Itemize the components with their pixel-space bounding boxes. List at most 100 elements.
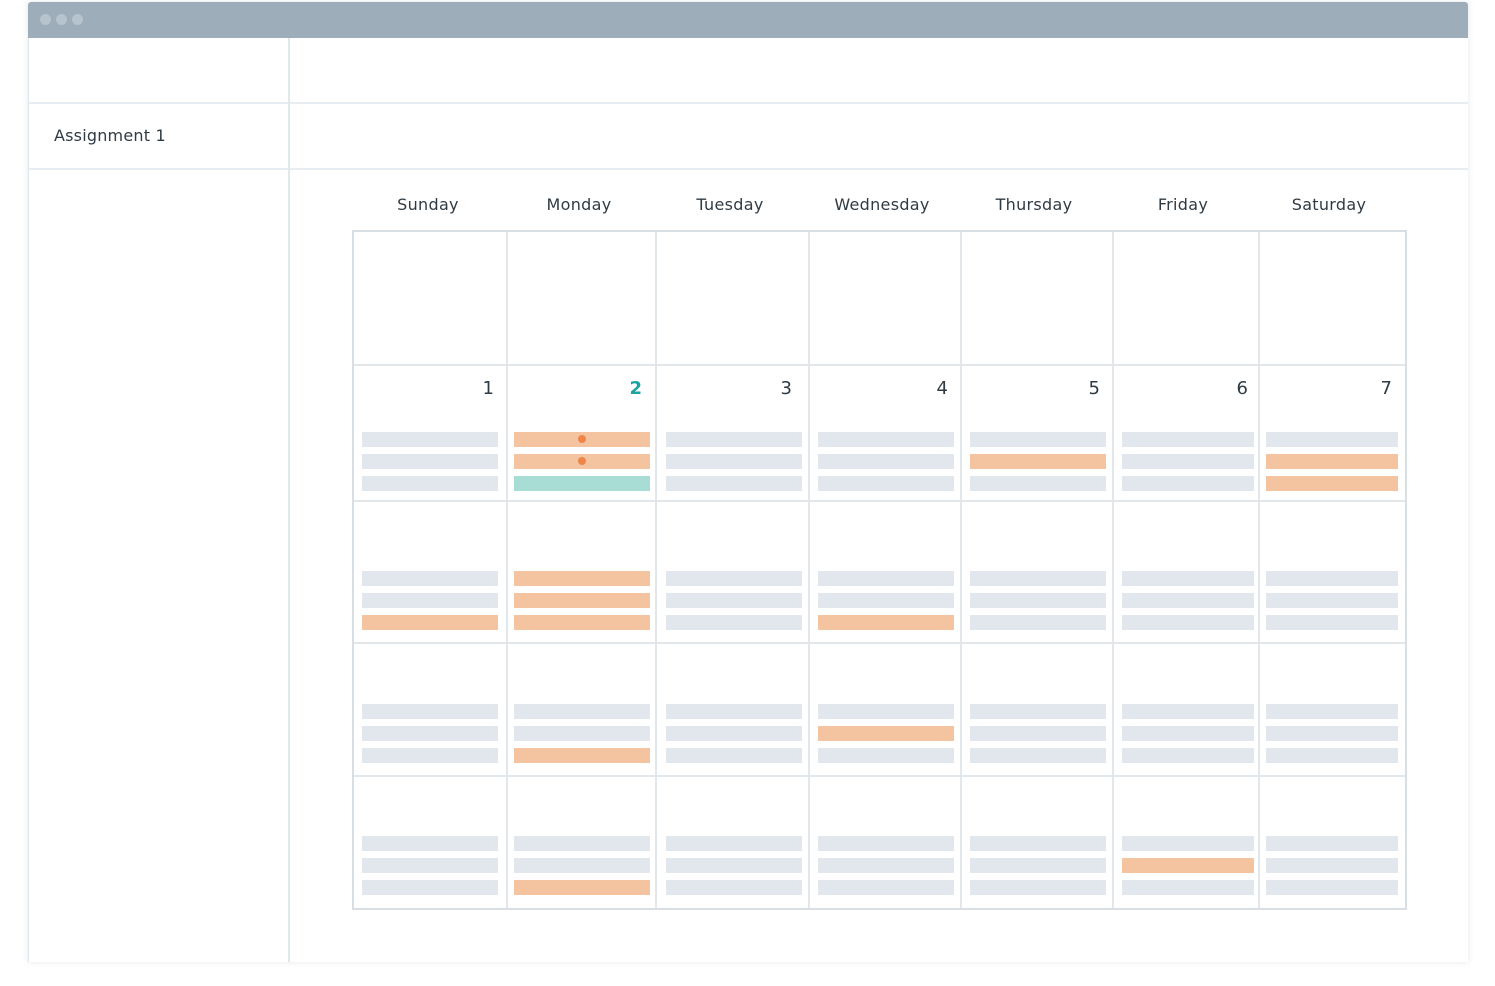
grid-divider [354,775,1405,777]
event-placeholder-bar [1122,454,1254,469]
event-placeholder-bar [818,593,954,608]
window-minimize-icon[interactable] [56,14,67,25]
event-placeholder-bar [1266,858,1398,873]
weekday-saturday: Saturday [1291,195,1367,214]
event-placeholder-bar [818,454,954,469]
weekday-thursday: Thursday [995,195,1073,214]
main-assignment-row [290,104,1468,170]
event-bar[interactable] [514,571,650,586]
event-placeholder-bar [362,454,498,469]
grid-divider [1258,232,1260,908]
event-placeholder-bar [970,704,1106,719]
event-placeholder-bar [1266,615,1398,630]
event-placeholder-bar [1266,726,1398,741]
window-close-icon[interactable] [40,14,51,25]
event-placeholder-bar [666,476,802,491]
date-number[interactable]: 1 [454,378,494,399]
event-placeholder-bar [970,836,1106,851]
event-placeholder-bar [362,593,498,608]
event-bar[interactable] [1266,454,1398,469]
event-placeholder-bar [1122,880,1254,895]
grid-divider [808,232,810,908]
event-bar[interactable] [970,454,1106,469]
event-placeholder-bar [1122,571,1254,586]
event-placeholder-bar [1122,432,1254,447]
event-placeholder-bar [666,880,802,895]
event-placeholder-bar [1266,748,1398,763]
event-placeholder-bar [362,836,498,851]
grid-divider [354,364,1405,366]
drag-handle-icon[interactable] [578,457,586,465]
event-placeholder-bar [818,880,954,895]
event-placeholder-bar [1266,432,1398,447]
event-placeholder-bar [1122,593,1254,608]
event-placeholder-bar [666,432,802,447]
event-placeholder-bar [818,748,954,763]
event-placeholder-bar [666,836,802,851]
event-bar[interactable] [818,726,954,741]
event-placeholder-bar [1266,880,1398,895]
event-placeholder-bar [1122,476,1254,491]
event-placeholder-bar [666,858,802,873]
title-bar [28,2,1468,38]
window-maximize-icon[interactable] [72,14,83,25]
event-placeholder-bar [666,593,802,608]
event-placeholder-bar [970,726,1106,741]
event-placeholder-bar [1266,836,1398,851]
event-placeholder-bar [514,704,650,719]
sidebar-item-assignment-1[interactable]: Assignment 1 [29,104,288,170]
date-number[interactable]: 6 [1208,378,1248,399]
event-placeholder-bar [970,748,1106,763]
event-placeholder-bar [362,476,498,491]
event-placeholder-bar [970,432,1106,447]
event-placeholder-bar [1266,593,1398,608]
event-bar[interactable] [514,748,650,763]
event-placeholder-bar [970,571,1106,586]
event-placeholder-bar [362,880,498,895]
event-placeholder-bar [362,748,498,763]
event-placeholder-bar [818,858,954,873]
sidebar-header [29,38,288,104]
event-bar[interactable] [818,615,954,630]
grid-divider [506,232,508,908]
date-number[interactable]: 5 [1060,378,1100,399]
event-placeholder-bar [362,858,498,873]
date-number-today[interactable]: 2 [602,378,642,399]
main-header-row [290,38,1468,104]
event-placeholder-bar [666,726,802,741]
sidebar-item-label: Assignment 1 [54,126,166,145]
event-placeholder-bar [1266,704,1398,719]
event-placeholder-bar [666,704,802,719]
date-number[interactable]: 4 [908,378,948,399]
sidebar: Assignment 1 [28,38,290,962]
date-number[interactable]: 7 [1352,378,1392,399]
event-bar[interactable] [514,880,650,895]
event-placeholder-bar [362,571,498,586]
event-bar[interactable] [362,615,498,630]
event-bar[interactable] [1122,858,1254,873]
event-bar[interactable] [514,615,650,630]
weekday-header: Sunday Monday Tuesday Wednesday Thursday… [352,187,1406,217]
calendar-grid[interactable]: 1 2 3 4 5 6 7 [352,230,1407,910]
event-placeholder-bar [818,571,954,586]
event-placeholder-bar [818,432,954,447]
date-number[interactable]: 3 [752,378,792,399]
drag-handle-icon[interactable] [578,435,586,443]
event-bar[interactable] [514,593,650,608]
event-placeholder-bar [514,726,650,741]
event-placeholder-bar [970,858,1106,873]
event-bar[interactable] [514,476,650,491]
event-placeholder-bar [1122,704,1254,719]
event-placeholder-bar [970,476,1106,491]
weekday-wednesday: Wednesday [834,195,930,214]
event-placeholder-bar [1122,748,1254,763]
grid-divider [960,232,962,908]
grid-divider [655,232,657,908]
event-bar[interactable] [1266,476,1398,491]
event-placeholder-bar [1122,726,1254,741]
event-placeholder-bar [1122,836,1254,851]
event-placeholder-bar [666,454,802,469]
weekday-tuesday: Tuesday [696,195,764,214]
event-placeholder-bar [818,476,954,491]
event-placeholder-bar [514,836,650,851]
